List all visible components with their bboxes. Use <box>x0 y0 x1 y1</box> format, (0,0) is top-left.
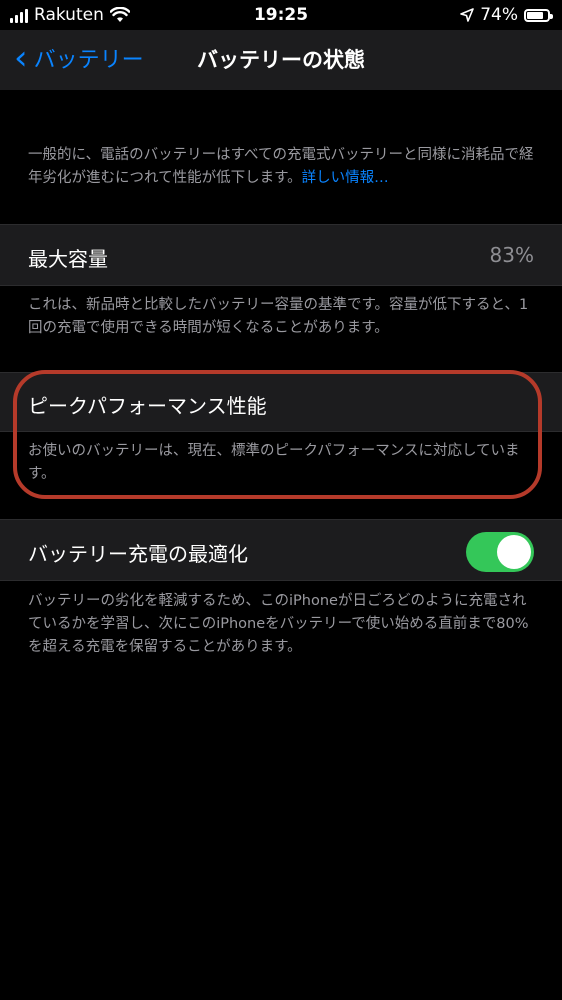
status-right: 74% <box>460 5 553 25</box>
max-capacity-row: 最大容量 83% <box>0 224 562 286</box>
peak-performance-label: ピークパフォーマンス性能 <box>28 394 267 418</box>
learn-more-link[interactable]: 詳しい情報… <box>302 170 389 186</box>
optimized-charging-row: バッテリー充電の最適化 <box>0 519 562 581</box>
intro-text: 一般的に、電話のバッテリーはすべての充電式バッテリーと同様に消耗品で経年劣化が進… <box>28 144 538 190</box>
optimized-charging-label: バッテリー充電の最適化 <box>28 542 248 566</box>
toggle-knob <box>497 535 531 569</box>
status-bar: Rakuten 19:25 74% <box>0 0 562 30</box>
max-capacity-label: 最大容量 <box>28 247 108 271</box>
peak-performance-description: お使いのバッテリーは、現在、標準のピークパフォーマンスに対応しています。 <box>28 443 520 482</box>
intro-body: 一般的に、電話のバッテリーはすべての充電式バッテリーと同様に消耗品で経年劣化が進… <box>28 147 534 186</box>
peak-performance-row: ピークパフォーマンス性能 <box>0 372 562 432</box>
page-title: バッテリーの状態 <box>197 48 365 72</box>
battery-icon <box>524 8 553 22</box>
optimized-charging-footer: バッテリーの劣化を軽減するため、このiPhoneが日ごろどのように充電されている… <box>28 593 529 655</box>
max-capacity-footer: これは、新品時と比較したバッテリー容量の基準です。容量が低下すると、1回の充電で… <box>28 297 529 336</box>
optimized-charging-toggle[interactable] <box>466 532 534 572</box>
navigation-bar: ‹ バッテリー バッテリーの状態 <box>0 30 562 90</box>
battery-percent: 74% <box>480 5 518 25</box>
location-arrow-icon <box>460 8 475 22</box>
max-capacity-value: 83% <box>489 243 534 267</box>
